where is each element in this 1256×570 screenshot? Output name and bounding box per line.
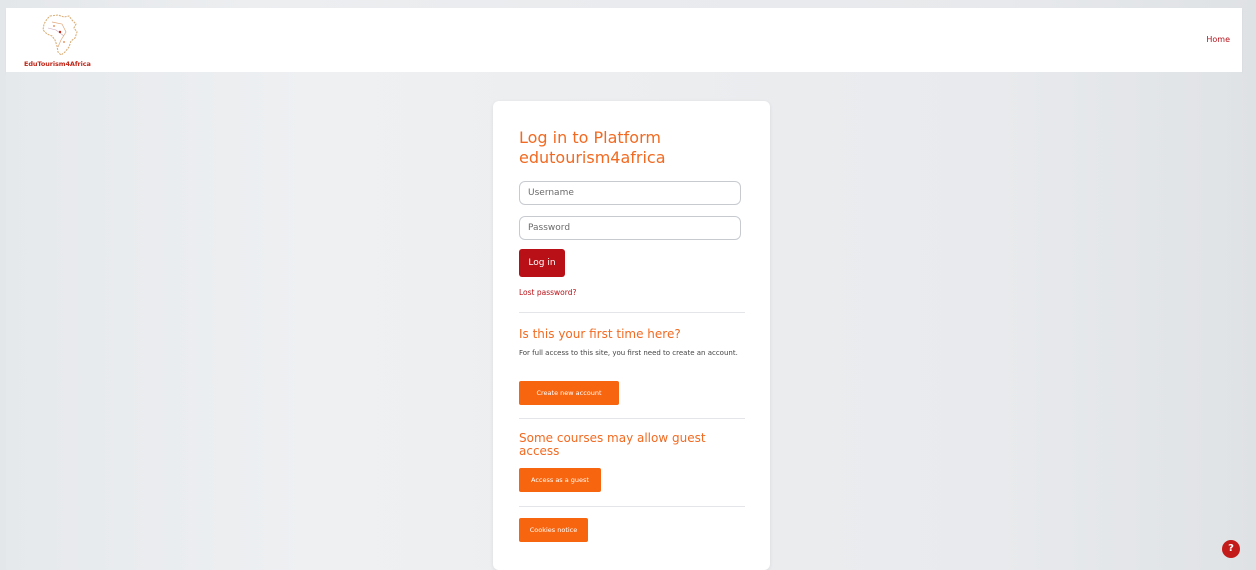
- nav-home-link[interactable]: Home: [1206, 35, 1230, 44]
- create-account-button[interactable]: Create new account: [519, 381, 619, 405]
- first-time-text: For full access to this site, you first …: [519, 349, 738, 357]
- africa-map-logo-icon: [42, 14, 78, 56]
- login-card: Log in to Platform edutourism4africa Log…: [493, 101, 770, 570]
- guest-access-heading: Some courses may allow guest access: [519, 431, 706, 458]
- navbar: EduTourism4Africa Home: [6, 8, 1242, 72]
- site-logo[interactable]: EduTourism4Africa: [24, 12, 94, 70]
- divider: [519, 418, 745, 419]
- guest-access-button[interactable]: Access as a guest: [519, 468, 601, 492]
- lost-password-link[interactable]: Lost password?: [519, 288, 576, 297]
- username-input[interactable]: [519, 181, 741, 205]
- password-input[interactable]: [519, 216, 741, 240]
- first-time-heading: Is this your first time here?: [519, 327, 681, 341]
- divider: [519, 506, 745, 507]
- logo-text: EduTourism4Africa: [24, 60, 91, 68]
- cookies-notice-button[interactable]: Cookies notice: [519, 518, 588, 542]
- divider: [519, 312, 745, 313]
- login-button[interactable]: Log in: [519, 249, 565, 277]
- login-title: Log in to Platform edutourism4africa: [519, 128, 666, 167]
- help-icon[interactable]: ?: [1222, 540, 1240, 558]
